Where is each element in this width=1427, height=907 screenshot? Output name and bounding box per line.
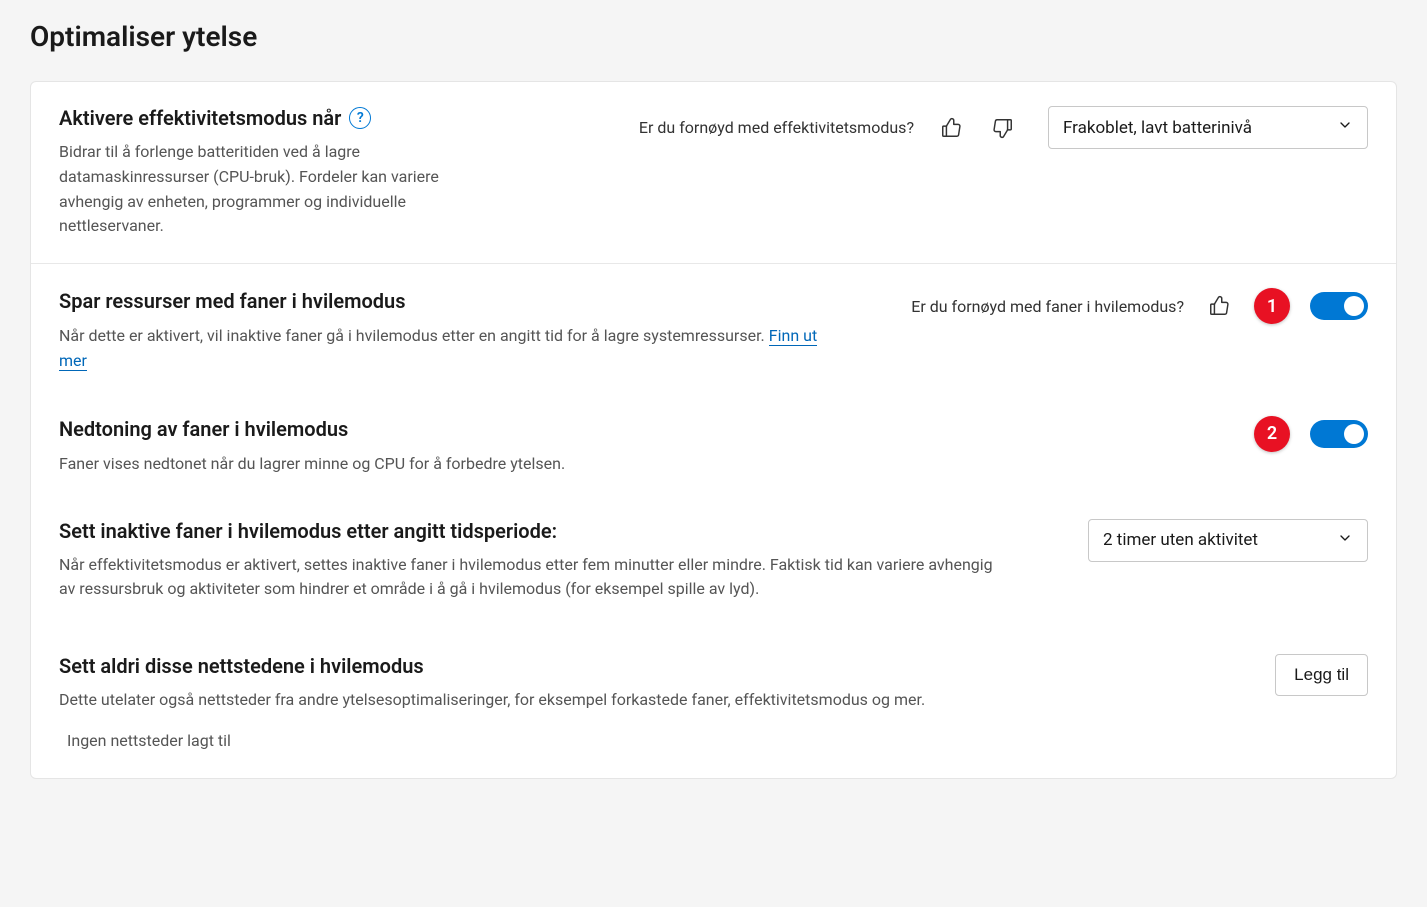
- chevron-down-icon: [1337, 117, 1353, 138]
- sleep-timeout-desc: Når effektivitetsmodus er aktivert, sett…: [59, 553, 1009, 603]
- sleeping-tabs-feedback-prompt: Er du fornøyd med faner i hvilemodus?: [911, 297, 1184, 316]
- efficiency-title: Aktivere effektivitetsmodus når: [59, 106, 341, 130]
- thumbs-up-icon[interactable]: [1204, 291, 1234, 321]
- sleeping-tabs-title: Spar ressurser med faner i hvilemodus: [59, 289, 887, 313]
- section-efficiency-mode: Aktivere effektivitetsmodus når ? Bidrar…: [31, 82, 1396, 263]
- info-icon[interactable]: ?: [349, 107, 371, 129]
- never-sleep-empty: Ingen nettsteder lagt til: [59, 713, 1368, 754]
- chevron-down-icon: [1337, 530, 1353, 551]
- efficiency-feedback-prompt: Er du fornøyd med effektivitetsmodus?: [639, 118, 914, 137]
- add-site-button[interactable]: Legg til: [1275, 654, 1368, 696]
- thumbs-up-icon[interactable]: [936, 113, 966, 143]
- fade-tabs-toggle[interactable]: [1310, 420, 1368, 448]
- sleep-timeout-title: Sett inaktive faner i hvilemodus etter a…: [59, 519, 1064, 543]
- settings-card: Aktivere effektivitetsmodus når ? Bidrar…: [30, 81, 1397, 779]
- efficiency-mode-select[interactable]: Frakoblet, lavt batterinivå: [1048, 106, 1368, 149]
- sleeping-tabs-desc-text: Når dette er aktivert, vil inaktive fane…: [59, 326, 769, 345]
- annotation-badge-1: 1: [1254, 288, 1290, 324]
- annotation-badge-2: 2: [1254, 416, 1290, 452]
- efficiency-feedback: Er du fornøyd med effektivitetsmodus?: [639, 113, 1018, 143]
- sleep-timeout-select-value: 2 timer uten aktivitet: [1103, 530, 1258, 550]
- sleeping-tabs-toggle[interactable]: [1310, 292, 1368, 320]
- efficiency-desc: Bidrar til å forlenge batteritiden ved å…: [59, 140, 459, 239]
- efficiency-title-row: Aktivere effektivitetsmodus når ?: [59, 106, 615, 130]
- never-sleep-title: Sett aldri disse nettstedene i hvilemodu…: [59, 654, 1251, 678]
- thumbs-down-icon[interactable]: [988, 113, 1018, 143]
- sleep-timeout-select[interactable]: 2 timer uten aktivitet: [1088, 519, 1368, 562]
- sleeping-tabs-desc: Når dette er aktivert, vil inaktive fane…: [59, 324, 839, 374]
- fade-tabs-desc: Faner vises nedtonet når du lagrer minne…: [59, 452, 839, 477]
- never-sleep-desc: Dette utelater også nettsteder fra andre…: [59, 688, 1159, 713]
- efficiency-mode-select-value: Frakoblet, lavt batterinivå: [1063, 118, 1252, 138]
- fade-tabs-title: Nedtoning av faner i hvilemodus: [59, 417, 1230, 441]
- page-title: Optimaliser ytelse: [30, 20, 1397, 53]
- section-sleeping-tabs-group: Spar ressurser med faner i hvilemodus Er…: [31, 263, 1396, 778]
